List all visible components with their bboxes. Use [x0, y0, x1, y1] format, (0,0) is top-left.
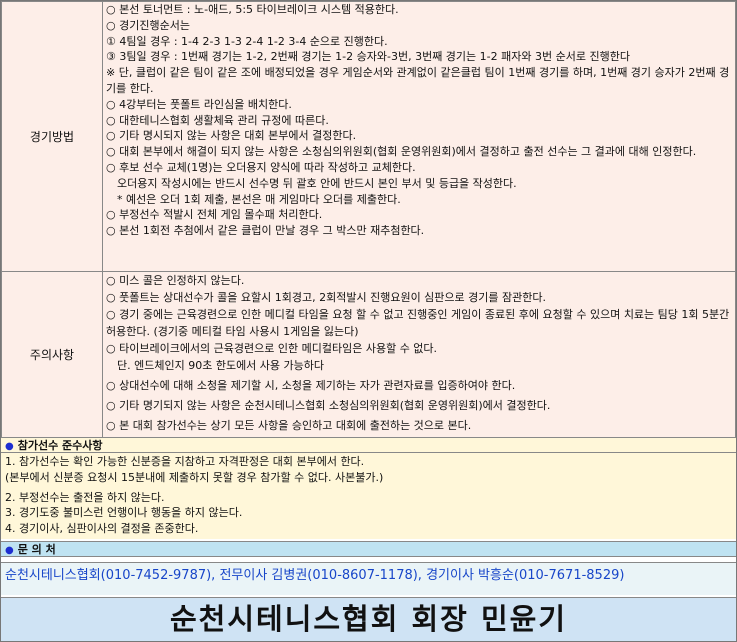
rules-lines: ○ 미스 콜은 인정하지 않는다. ○ 풋폴트는 상대선수가 콜을 요할시 1회…	[102, 271, 736, 438]
rule-line: ○ 본선 토너먼트 : 노-애드, 5:5 타이브레이크 시스템 적용한다.	[106, 3, 399, 16]
rule-line: ○ 풋폴트는 상대선수가 콜을 요할시 1회경고, 2회적발시 진행요원이 심판…	[106, 291, 546, 304]
signature: 순천시테니스협회 회장 민윤기	[1, 597, 736, 641]
rule-line: ○ 경기 중에는 근육경련으로 인한 메디컬 타임을 요청 할 수 없고 진행중…	[106, 308, 730, 338]
rule-line: 단. 엔드체인지 90초 한도에서 사용 가능하다	[106, 359, 325, 372]
notice-sheet: 경기방법 ○ 본선 토너먼트 : 노-애드, 5:5 타이브레이크 시스템 적용…	[0, 0, 737, 642]
rule-line: ○ 본선 1회전 추첨에서 같은 클럽이 만날 경우 그 박스만 재추첨한다.	[106, 224, 425, 238]
rule-line: ○ 기타 명기되지 않는 사항은 순천시테니스협회 소청심의위원회(협회 운영위…	[106, 399, 551, 412]
rule-line: ○ 경기진행순서는	[106, 18, 190, 32]
rules-lines: ○ 본선 토너먼트 : 노-애드, 5:5 타이브레이크 시스템 적용한다. ○…	[102, 1, 736, 272]
compliance-item: 4. 경기이사, 심판이사의 결정을 존중한다.	[5, 522, 199, 536]
compliance-list: 1. 참가선수는 확인 가능한 신분증을 지참하고 자격판정은 대회 본부에서 …	[1, 453, 736, 539]
rule-line: ○ 본 대회 참가선수는 상기 모든 사항을 승인하고 대회에 출전하는 것으로…	[106, 419, 472, 432]
bullet-dot-icon: ●	[5, 441, 14, 452]
rules-table: 경기방법 ○ 본선 토너먼트 : 노-애드, 5:5 타이브레이크 시스템 적용…	[1, 1, 736, 438]
rule-line: ③ 3팀일 경우 : 1번째 경기는 1-2, 2번째 경기는 1-2 승자와-…	[106, 50, 630, 64]
compliance-header: ● 참가선수 준수사항	[1, 437, 736, 453]
inquiry-header: ● 문 의 처	[1, 541, 736, 557]
compliance-item: (본부에서 신분증 요청시 15분내에 제출하지 못할 경우 참가할 수 없다.…	[5, 470, 384, 484]
rule-line: ○ 기타 명시되지 않는 사항은 대회 본부에서 결정한다.	[106, 129, 357, 143]
rule-line: ○ 대한테니스협회 생활체육 관리 규정에 따른다.	[106, 113, 329, 127]
compliance-item: 3. 경기도중 불미스런 언행이나 행동을 하지 않는다.	[5, 506, 243, 520]
rule-line: ○ 후보 선수 교체(1명)는 오더용지 양식에 따라 작성하고 교체한다.	[106, 160, 416, 174]
compliance-item: 2. 부정선수는 출전을 하지 않는다.	[5, 490, 165, 504]
rule-line: ○ 4강부터는 풋폴트 라인심을 배치한다.	[106, 97, 292, 111]
rule-line: ○ 대회 본부에서 해결이 되지 않는 사항은 소청심의위원회(협회 운영위원회…	[106, 145, 697, 159]
rule-line: ※ 단, 클럽이 같은 팀이 같은 조에 배정되었을 경우 게임순서와 관계없이…	[106, 66, 730, 95]
rule-line: ○ 상대선수에 대해 소청을 제기할 시, 소청을 제기하는 자가 관련자료를 …	[106, 379, 516, 392]
inquiry-title: 문 의 처	[17, 543, 56, 556]
category-cell: 경기방법	[1, 1, 103, 272]
rules-row-method: 경기방법 ○ 본선 토너먼트 : 노-애드, 5:5 타이브레이크 시스템 적용…	[1, 1, 736, 272]
rule-line: ○ 미스 콜은 인정하지 않는다.	[106, 274, 245, 287]
compliance-item: 1. 참가선수는 확인 가능한 신분증을 지참하고 자격판정은 대회 본부에서 …	[5, 455, 365, 468]
rule-line: ○ 부정선수 적발시 전체 게임 몰수패 처리한다.	[106, 208, 323, 222]
bullet-dot-icon: ●	[5, 545, 14, 556]
category-cell: 주의사항	[1, 271, 103, 438]
rules-row-caution: 주의사항 ○ 미스 콜은 인정하지 않는다. ○ 풋폴트는 상대선수가 콜을 요…	[1, 271, 736, 438]
contact-line: 순천시테니스협회(010-7452-9787), 전무이사 김병권(010-86…	[1, 562, 736, 595]
rule-line: ① 4팀일 경우 : 1-4 2-3 1-3 2-4 1-2 3-4 순으로 진…	[106, 34, 388, 48]
compliance-title: 참가선수 준수사항	[17, 439, 103, 452]
rule-line: * 예선은 오더 1회 제출, 본선은 매 게임마다 오더를 제출한다.	[106, 192, 401, 206]
rule-line: 오더용지 작성시에는 반드시 선수명 뒤 괄호 안에 반드시 본인 부서 및 등…	[106, 176, 517, 190]
rule-line: ○ 타이브레이크에서의 근육경련으로 인한 메디컬타임은 사용할 수 없다.	[106, 342, 438, 355]
